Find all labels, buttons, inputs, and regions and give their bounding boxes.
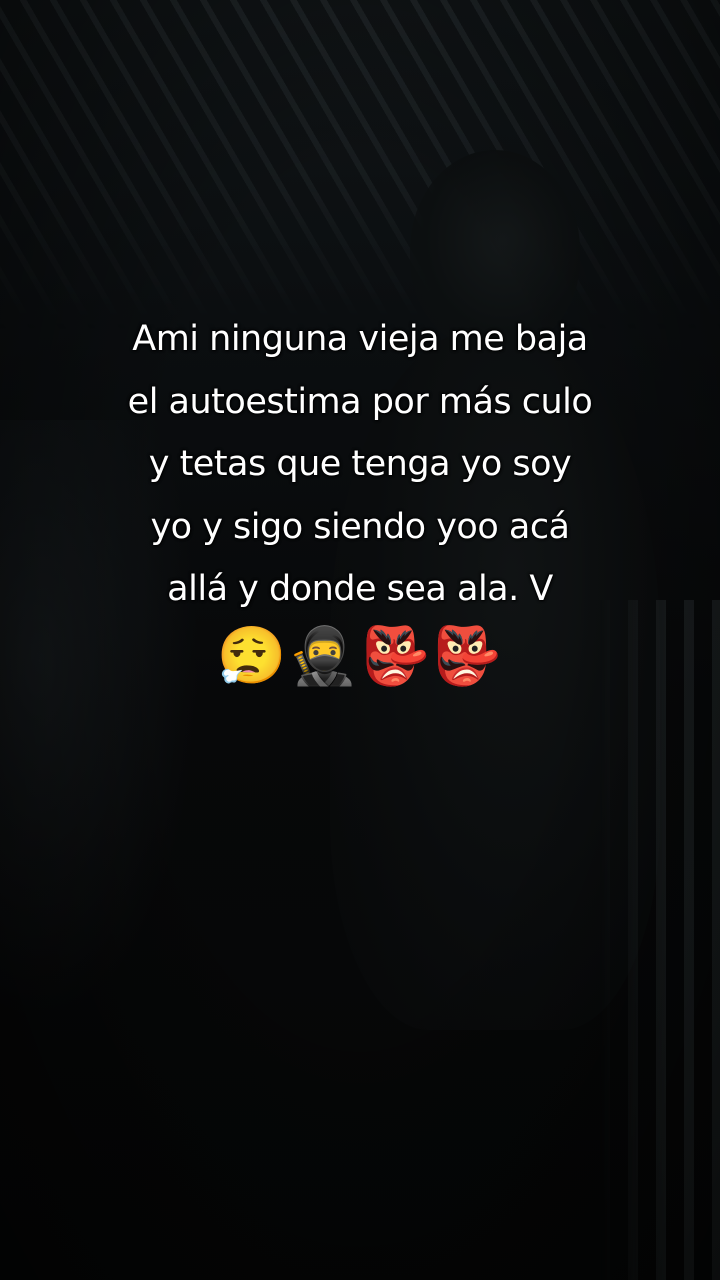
caption-line: el autoestima por más culo (127, 381, 593, 422)
caption-line: allá y donde sea ala. V (167, 569, 553, 609)
caption-line: Ami ninguna vieja me baja (132, 319, 588, 359)
caption-line: yo y sigo siendo yoo acá (150, 506, 570, 547)
caption-line: y tetas que tenga yo soy (148, 444, 572, 484)
video-frame: Ami ninguna vieja me baja el autoestima … (0, 0, 720, 1280)
caption-text: Ami ninguna vieja me baja el autoestima … (60, 308, 660, 621)
caption-emojis: 😮‍💨🥷👺👺 (216, 624, 504, 689)
